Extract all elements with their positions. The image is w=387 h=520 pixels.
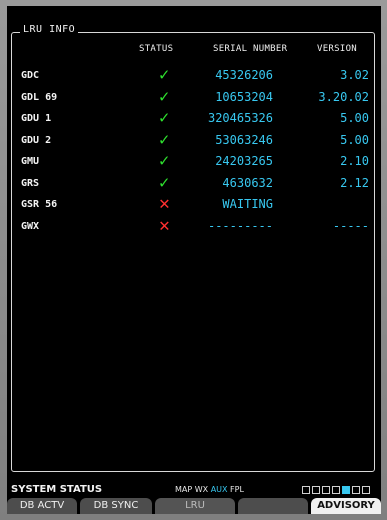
serial-number: 24203265 bbox=[215, 154, 273, 168]
serial-number: WAITING bbox=[222, 197, 273, 211]
lru-name: GWX bbox=[21, 220, 40, 232]
softkey-db-sync[interactable]: DB SYNC bbox=[80, 498, 152, 514]
lru-row: GSR 56 ✕ WAITING bbox=[7, 195, 381, 217]
column-header-serial-number: SERIAL NUMBER bbox=[213, 44, 288, 54]
page-group-wx: WX bbox=[194, 485, 209, 494]
serial-number: 10653204 bbox=[215, 89, 273, 104]
check-icon: ✓ bbox=[159, 172, 170, 193]
check-icon: ✓ bbox=[159, 151, 170, 171]
softkey-lru[interactable]: LRU bbox=[155, 498, 235, 514]
mfd-screen: LRU INFO STATUS SERIAL NUMBER VERSION GD… bbox=[7, 6, 381, 514]
version: 5.00 bbox=[340, 111, 369, 125]
lru-row: GDL 69 ✓ 10653204 3.20.02 bbox=[7, 88, 381, 110]
page-box bbox=[302, 486, 310, 494]
lru-name: GDL 69 bbox=[21, 91, 58, 103]
column-header-status: STATUS bbox=[139, 44, 174, 54]
lru-name: GRS bbox=[21, 177, 40, 189]
page-group-indicator: MAP WX AUX FPL bbox=[175, 485, 244, 494]
lru-name: GDC bbox=[21, 70, 40, 81]
page-group-aux: AUX bbox=[210, 485, 228, 494]
version: 3.20.02 bbox=[318, 89, 369, 104]
version: 5.00 bbox=[340, 132, 369, 147]
lru-row: GDU 2 ✓ 53063246 5.00 bbox=[7, 131, 381, 153]
serial-number: 4630632 bbox=[222, 175, 273, 190]
page-position-indicator bbox=[302, 486, 370, 494]
cross-icon: ✕ bbox=[159, 193, 170, 214]
version: ----- bbox=[332, 218, 369, 233]
serial-number: 45326206 bbox=[215, 68, 273, 82]
display-bezel: LRU INFO STATUS SERIAL NUMBER VERSION GD… bbox=[0, 0, 387, 520]
check-icon: ✓ bbox=[159, 129, 170, 150]
version: 2.10 bbox=[340, 154, 369, 168]
page-group-map: MAP bbox=[175, 485, 193, 494]
check-icon: ✓ bbox=[159, 65, 170, 85]
softkey-blank[interactable] bbox=[238, 498, 308, 514]
lru-row: GRS ✓ 4630632 2.12 bbox=[7, 174, 381, 196]
lru-name: GDU 2 bbox=[21, 134, 52, 146]
serial-number: 53063246 bbox=[215, 132, 273, 147]
lru-row: GMU ✓ 24203265 2.10 bbox=[7, 152, 381, 174]
version: 2.12 bbox=[340, 175, 369, 190]
lru-name: GSR 56 bbox=[21, 199, 58, 210]
cross-icon: ✕ bbox=[159, 214, 170, 236]
softkey-advisory[interactable]: ADVISORY bbox=[311, 498, 381, 514]
page-title: SYSTEM STATUS bbox=[11, 484, 103, 495]
serial-number: 320465326 bbox=[207, 111, 273, 125]
page-box bbox=[362, 486, 370, 494]
softkey-bar: DB ACTV DB SYNC LRU ADVISORY bbox=[7, 498, 381, 514]
lru-row: GDC ✓ 45326206 3.02 bbox=[7, 66, 381, 88]
lru-row: GWX ✕ --------- ----- bbox=[7, 214, 381, 239]
lru-name: GMU bbox=[21, 156, 40, 167]
check-icon: ✓ bbox=[159, 108, 170, 128]
check-icon: ✓ bbox=[159, 86, 170, 107]
box-title: LRU INFO bbox=[20, 24, 79, 35]
softkey-db-actv[interactable]: DB ACTV bbox=[7, 498, 77, 514]
lru-row: GDU 1 ✓ 320465326 5.00 bbox=[7, 109, 381, 131]
version: 3.02 bbox=[340, 68, 369, 82]
page-group-fpl: FPL bbox=[230, 485, 244, 494]
lru-name: GDU 1 bbox=[21, 113, 52, 124]
page-box bbox=[312, 486, 320, 494]
page-box bbox=[352, 486, 360, 494]
page-box-active bbox=[342, 486, 350, 494]
column-header-version: VERSION bbox=[317, 44, 358, 54]
serial-number: --------- bbox=[207, 218, 273, 233]
page-box bbox=[322, 486, 330, 494]
page-box bbox=[332, 486, 340, 494]
